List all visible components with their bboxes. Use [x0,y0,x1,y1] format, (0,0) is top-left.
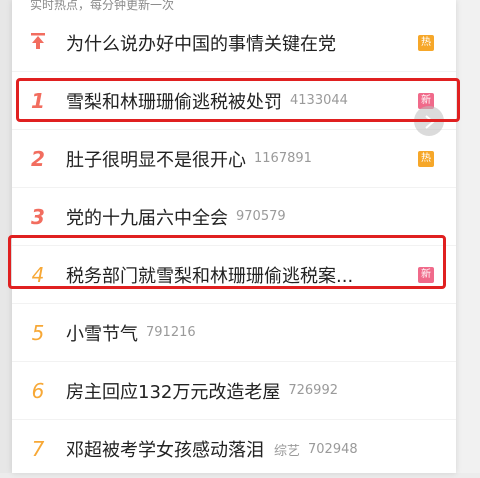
list-item[interactable]: 7 邓超被考学女孩感动落泪 综艺 702948 [12,420,456,478]
list-item[interactable]: 1 雪梨和林珊珊偷逃税被处罚 4133044 新 [12,72,456,130]
item-rank: 5 [31,320,45,345]
list-item[interactable]: 6 房主回应132万元改造老屋 726992 [12,362,456,420]
new-badge: 新 [418,266,434,283]
item-rank: 4 [31,262,45,287]
hot-search-panel: 实时热点，每分钟更新一次 为什么说办好中国的事情关键在党 热 1 雪梨和林珊珊偷… [12,0,456,473]
background-left [0,0,12,473]
list-item[interactable]: 为什么说办好中国的事情关键在党 热 [12,14,456,72]
item-count: 791216 [146,325,196,340]
item-rank: 1 [31,88,45,113]
item-title: 为什么说办好中国的事情关键在党 [66,33,336,55]
hot-badge: 热 [418,150,434,167]
hot-badge: 热 [418,34,434,51]
list-item[interactable]: 4 税务部门就雪梨和林珊珊偷逃税案... 新 [12,246,456,304]
item-rank: 6 [31,378,45,403]
item-title: 雪梨和林珊珊偷逃税被处罚 [66,91,282,113]
item-count: 970579 [236,209,286,224]
next-arrow-button[interactable] [414,106,444,136]
item-count: 726992 [288,383,338,398]
list-item[interactable]: 3 党的十九届六中全会 970579 [12,188,456,246]
chevron-right-icon [423,114,435,133]
category-tag: 综艺 [274,443,301,459]
background-right [456,0,480,473]
item-title: 邓超被考学女孩感动落泪 [66,440,264,461]
list-item[interactable]: 5 小雪节气 791216 [12,304,456,362]
list-item[interactable]: 2 肚子很明显不是很开心 1167891 热 [12,130,456,188]
item-count: 4133044 [290,93,348,108]
panel-header: 实时热点，每分钟更新一次 [30,0,175,12]
top-arrow-icon [26,31,50,55]
item-title: 党的十九届六中全会 [66,207,228,229]
item-rank: 3 [31,204,45,229]
item-title: 税务部门就雪梨和林珊珊偷逃税案... [66,265,354,287]
item-title: 房主回应132万元改造老屋 [66,381,281,403]
item-count: 1167891 [254,151,312,166]
item-title: 肚子很明显不是很开心 [66,149,246,171]
item-rank: 7 [31,437,45,461]
item-count: 702948 [308,441,358,457]
item-rank: 2 [31,146,45,171]
item-title: 小雪节气 [66,323,138,345]
